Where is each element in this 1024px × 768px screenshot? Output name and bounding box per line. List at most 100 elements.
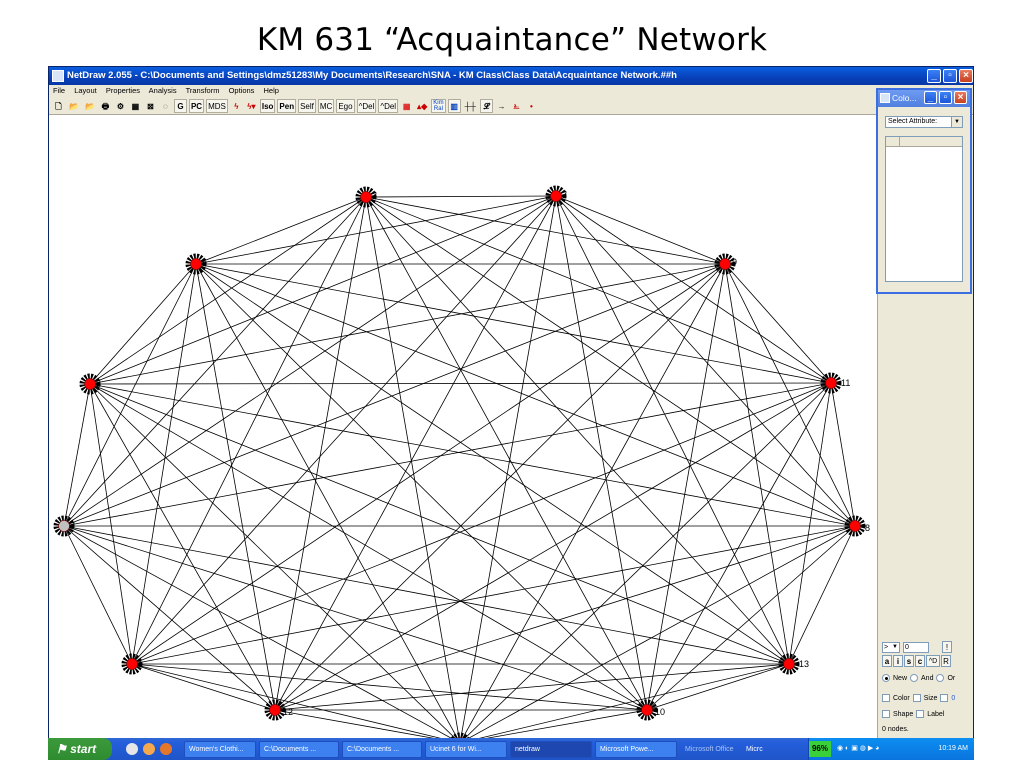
menu-layout[interactable]: Layout — [74, 86, 97, 95]
del-button-1[interactable]: ^Del — [356, 98, 377, 113]
apply-bang-button[interactable]: ! — [942, 641, 952, 653]
color-minimize-button[interactable]: _ — [924, 91, 937, 104]
menu-bar: File Layout Properties Analysis Transfor… — [49, 85, 973, 97]
node-11[interactable] — [825, 377, 837, 389]
line-icon[interactable]: 𝓛 — [479, 98, 493, 113]
menu-options[interactable]: Options — [229, 86, 255, 95]
node-13[interactable] — [783, 658, 795, 670]
task-office-label[interactable]: Microsoft Office — [680, 741, 738, 758]
node-5[interactable] — [84, 378, 96, 390]
color-window-title-bar[interactable]: Colo... _ ▫ × — [878, 90, 970, 107]
color-close-button[interactable]: × — [954, 91, 967, 104]
task-powerpoint[interactable]: Microsoft Powe... — [595, 740, 677, 758]
g-button[interactable]: G — [173, 98, 187, 113]
circle-layout-icon[interactable]: ◌ — [159, 99, 172, 113]
pen-button[interactable]: Pen — [277, 98, 297, 113]
mds-button[interactable]: MDS — [206, 98, 228, 113]
edge-11-7 — [63, 382, 832, 527]
minimize-button[interactable]: _ — [927, 69, 941, 83]
task-micrc[interactable]: Micrc — [741, 741, 779, 758]
new-file-icon[interactable]: 🗋 — [52, 99, 65, 113]
color-maximize-button[interactable]: ▫ — [939, 91, 952, 104]
operator-select[interactable]: > ▼ — [882, 641, 900, 653]
attribute-select[interactable]: Select Attribute: ▼ — [885, 116, 963, 128]
menu-transform[interactable]: Transform — [186, 86, 220, 95]
iso-button[interactable]: Iso — [259, 98, 276, 113]
menu-file[interactable]: File — [53, 86, 65, 95]
arrow-icon[interactable]: → — [495, 99, 508, 113]
print-icon[interactable]: 🖶 — [99, 99, 112, 113]
zoom-icon[interactable]: ⊠ — [144, 99, 157, 113]
lightning-icon[interactable]: ϟ — [230, 99, 243, 113]
self-button[interactable]: Self — [298, 98, 316, 113]
node-1[interactable] — [126, 658, 138, 670]
label-checkbox[interactable] — [916, 710, 925, 718]
filter-a-button[interactable]: a — [882, 655, 892, 667]
pc-button[interactable]: PC — [188, 98, 205, 113]
quick-launch-icon-2[interactable] — [143, 743, 155, 755]
chevron-down-icon[interactable]: ▼ — [951, 117, 962, 127]
shape-checkbox[interactable] — [882, 710, 890, 718]
radio-new[interactable] — [882, 674, 890, 682]
task-documents-2[interactable]: C:\Documents ... — [342, 740, 422, 758]
tray-icons[interactable]: ◉ ◐ ▣ ◍ ▶ ◕ — [837, 738, 879, 760]
edge-1-4 — [131, 663, 461, 744]
dot-icon[interactable]: • — [525, 99, 538, 113]
node-12[interactable] — [269, 704, 281, 716]
start-button[interactable]: ⚑ start — [48, 738, 112, 760]
del-button-2[interactable]: ^Del — [378, 98, 399, 113]
node-size-icon[interactable]: ▥ — [447, 98, 461, 113]
node-3[interactable] — [360, 191, 372, 203]
mc-button[interactable]: MC — [317, 98, 335, 113]
node-10[interactable] — [641, 704, 653, 716]
window-title-bar[interactable]: NetDraw 2.055 - C:\Documents and Setting… — [49, 67, 973, 85]
open-attributes-icon[interactable]: 📂 — [83, 99, 97, 113]
edge-13-10 — [646, 663, 790, 711]
filter-r-button[interactable]: R — [941, 655, 951, 667]
node-label-9: 9 — [732, 257, 737, 267]
threshold-input[interactable]: 0 — [903, 641, 929, 653]
edge-5-7 — [63, 383, 91, 527]
lightning-dropdown-icon[interactable]: ϟ▾ — [245, 99, 258, 113]
layout-icon[interactable]: ▦ — [129, 99, 142, 113]
close-button[interactable]: × — [959, 69, 973, 83]
maximize-button[interactable]: ▫ — [943, 69, 957, 83]
task-netdraw[interactable]: netdraw — [510, 740, 592, 758]
firefox-icon[interactable] — [160, 743, 172, 755]
size-checkbox[interactable] — [912, 694, 921, 702]
filter-s-button[interactable]: s — [904, 655, 914, 667]
filter-del-button[interactable]: ^D — [926, 655, 940, 667]
node-8[interactable] — [849, 520, 861, 532]
kim-button[interactable]: Kim Ral — [431, 98, 446, 113]
network-graph[interactable]: 32695117811312104 — [49, 116, 877, 754]
filter-c-button[interactable]: c — [915, 655, 925, 667]
quick-launch-icon-1[interactable] — [126, 743, 138, 755]
radio-and[interactable] — [910, 674, 919, 682]
node-2[interactable] — [550, 190, 562, 202]
node-7[interactable] — [58, 520, 70, 532]
color-checkbox[interactable] — [882, 694, 890, 702]
gear-icon[interactable]: ⚙ — [114, 99, 127, 113]
node-9[interactable] — [719, 258, 731, 270]
network-canvas[interactable]: 32695117811312104 — [49, 116, 877, 754]
node-6[interactable] — [190, 258, 202, 270]
attribute-value-list[interactable] — [885, 136, 963, 282]
filter-i-button[interactable]: i — [893, 655, 903, 667]
menu-help[interactable]: Help — [264, 86, 279, 95]
extra-checkbox[interactable] — [940, 694, 949, 702]
ego-button[interactable]: Ego — [336, 98, 355, 113]
menu-properties[interactable]: Properties — [106, 86, 140, 95]
task-ucinet[interactable]: Ucinet 6 for Wi... — [425, 740, 507, 758]
node-shape-icon[interactable]: ▴◆ — [415, 99, 429, 113]
menu-analysis[interactable]: Analysis — [149, 86, 177, 95]
task-documents-1[interactable]: C:\Documents ... — [259, 740, 339, 758]
node-count-status: 0 nodes. — [882, 726, 909, 733]
color-grid-icon[interactable]: ▦ — [400, 99, 413, 113]
color-window-title: Colo... — [892, 93, 917, 103]
radio-or[interactable] — [936, 674, 945, 682]
open-folder-icon[interactable]: 📂 — [67, 99, 81, 113]
task-womens-clothing[interactable]: Women's Clothi... — [184, 740, 256, 758]
label-icon[interactable]: ⎁ — [510, 99, 523, 113]
scale-icon[interactable]: ┼┼ — [463, 99, 478, 113]
edge-9-4 — [459, 263, 726, 744]
